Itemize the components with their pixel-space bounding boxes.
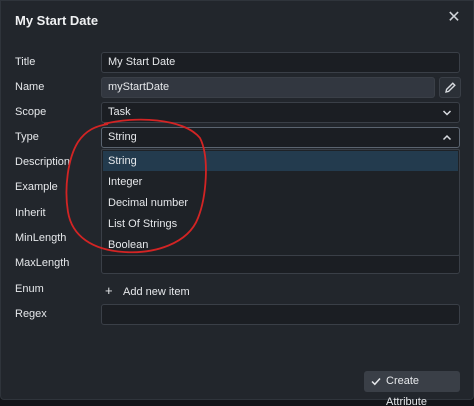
type-option-boolean[interactable]: Boolean (103, 235, 458, 255)
maxlength-input[interactable] (101, 253, 460, 274)
scope-select[interactable]: Task (101, 102, 460, 123)
scope-value: Task (108, 106, 131, 118)
maxlength-label: MaxLength (15, 257, 70, 269)
type-select[interactable]: String (101, 127, 460, 148)
pencil-icon (445, 82, 456, 93)
scope-label: Scope (15, 106, 47, 118)
title-input[interactable]: My Start Date (101, 52, 460, 73)
create-attribute-dialog: My Start Date ✕ Title My Start Date Name… (0, 0, 474, 406)
dialog-title: My Start Date (15, 13, 99, 28)
chevron-down-icon (442, 108, 452, 118)
example-label: Example (15, 181, 58, 193)
close-icon[interactable]: ✕ (445, 9, 463, 27)
enum-label: Enum (15, 283, 44, 295)
type-value: String (108, 131, 137, 143)
description-label: Description (15, 156, 71, 168)
type-option-decimal-number[interactable]: Decimal number (103, 193, 458, 213)
name-label: Name (15, 81, 45, 93)
chevron-up-icon (442, 133, 452, 143)
add-enum-item-button[interactable]: + Add new item (105, 283, 190, 298)
minlength-label: MinLength (15, 232, 67, 244)
plus-icon: + (105, 283, 113, 298)
edit-name-button[interactable] (439, 77, 461, 98)
name-input[interactable]: myStartDate (101, 77, 435, 98)
create-attribute-label: Create Attribute (386, 375, 427, 406)
type-option-list-of-strings[interactable]: List Of Strings (103, 214, 458, 234)
title-label: Title (15, 56, 36, 68)
inherit-label: Inherit (15, 207, 46, 219)
type-label: Type (15, 131, 39, 143)
type-option-integer[interactable]: Integer (103, 172, 458, 192)
regex-label: Regex (15, 308, 47, 320)
type-option-string[interactable]: String (103, 151, 458, 171)
add-enum-item-label: Add new item (123, 286, 190, 298)
regex-input[interactable] (101, 304, 460, 325)
check-icon (371, 377, 381, 386)
type-dropdown-menu: String Integer Decimal number List Of St… (101, 149, 460, 256)
create-attribute-button[interactable]: Create Attribute (364, 371, 460, 406)
